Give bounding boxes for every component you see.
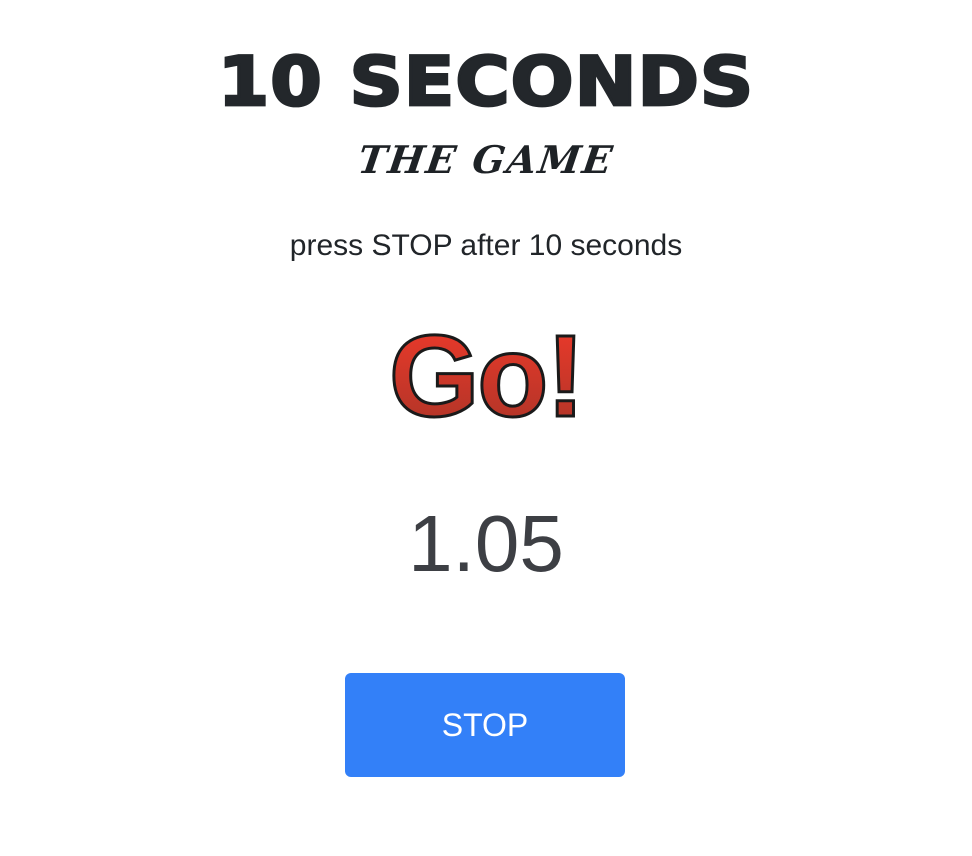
stop-button[interactable]: STOP	[345, 673, 625, 777]
timer-display: 1.05	[408, 499, 564, 588]
game-screen: 10 SECONDS THE GAME press STOP after 10 …	[0, 0, 972, 856]
instruction-text: press STOP after 10 seconds	[289, 229, 683, 262]
game-title: 10 SECONDS	[216, 42, 755, 122]
status-message: Go!	[0, 312, 972, 436]
status-message-graphic: Go!	[388, 312, 587, 436]
game-subtitle: THE GAME	[355, 137, 617, 182]
status-message-text: Go!	[389, 312, 583, 436]
